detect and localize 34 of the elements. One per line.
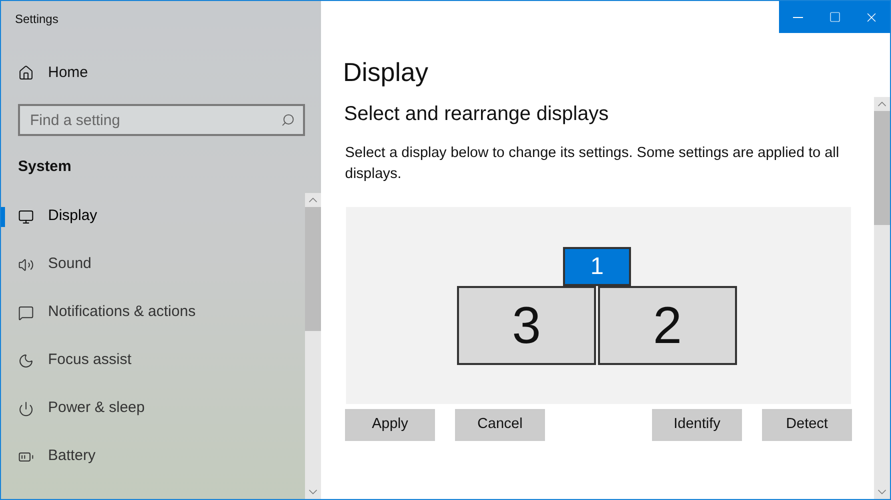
maximize-icon (828, 11, 840, 23)
monitor-tile[interactable]: 1 (563, 247, 631, 286)
action-button[interactable]: Cancel (455, 409, 545, 441)
description-text: Select a display below to change its settings. Some settings are applied to all displays. (345, 144, 840, 184)
section-heading: System (17, 157, 72, 177)
home-link[interactable]: Home (18, 62, 88, 84)
minimize-icon (792, 16, 802, 18)
page-title: Display (343, 56, 430, 89)
power-icon (18, 400, 34, 416)
monitor-tile[interactable]: 2 (598, 286, 737, 365)
sidebar-item[interactable]: Sound (18, 253, 92, 276)
sidebar-item[interactable]: Battery (18, 445, 96, 468)
sidebar-item[interactable]: Display (18, 205, 98, 228)
sidebar-item[interactable]: Power & sleep (18, 397, 145, 420)
scroll-thumb[interactable] (874, 111, 890, 225)
sidebar-scrollbar[interactable] (305, 192, 321, 499)
speaker-icon (18, 256, 34, 272)
search-field[interactable]: Find a setting (18, 104, 305, 136)
selection-indicator (1, 206, 5, 226)
sidebar-item[interactable]: Focus assist (18, 349, 132, 372)
scroll-thumb[interactable] (305, 206, 321, 330)
action-button[interactable]: Detect (762, 409, 852, 441)
action-button[interactable]: Identify (652, 409, 742, 441)
moon-icon (18, 352, 34, 368)
section-heading: Select and rearrange displays (344, 102, 610, 127)
home-icon (18, 65, 34, 81)
search-icon (281, 113, 295, 127)
monitor-tile[interactable]: 3 (457, 286, 596, 365)
content-scrollbar[interactable] (874, 97, 890, 499)
window-title: Settings (15, 11, 58, 28)
speech-bubble-icon (18, 304, 34, 320)
sidebar-item[interactable]: Notifications & actions (18, 301, 196, 324)
action-button[interactable]: Apply (345, 409, 435, 441)
monitor-icon (18, 208, 34, 224)
